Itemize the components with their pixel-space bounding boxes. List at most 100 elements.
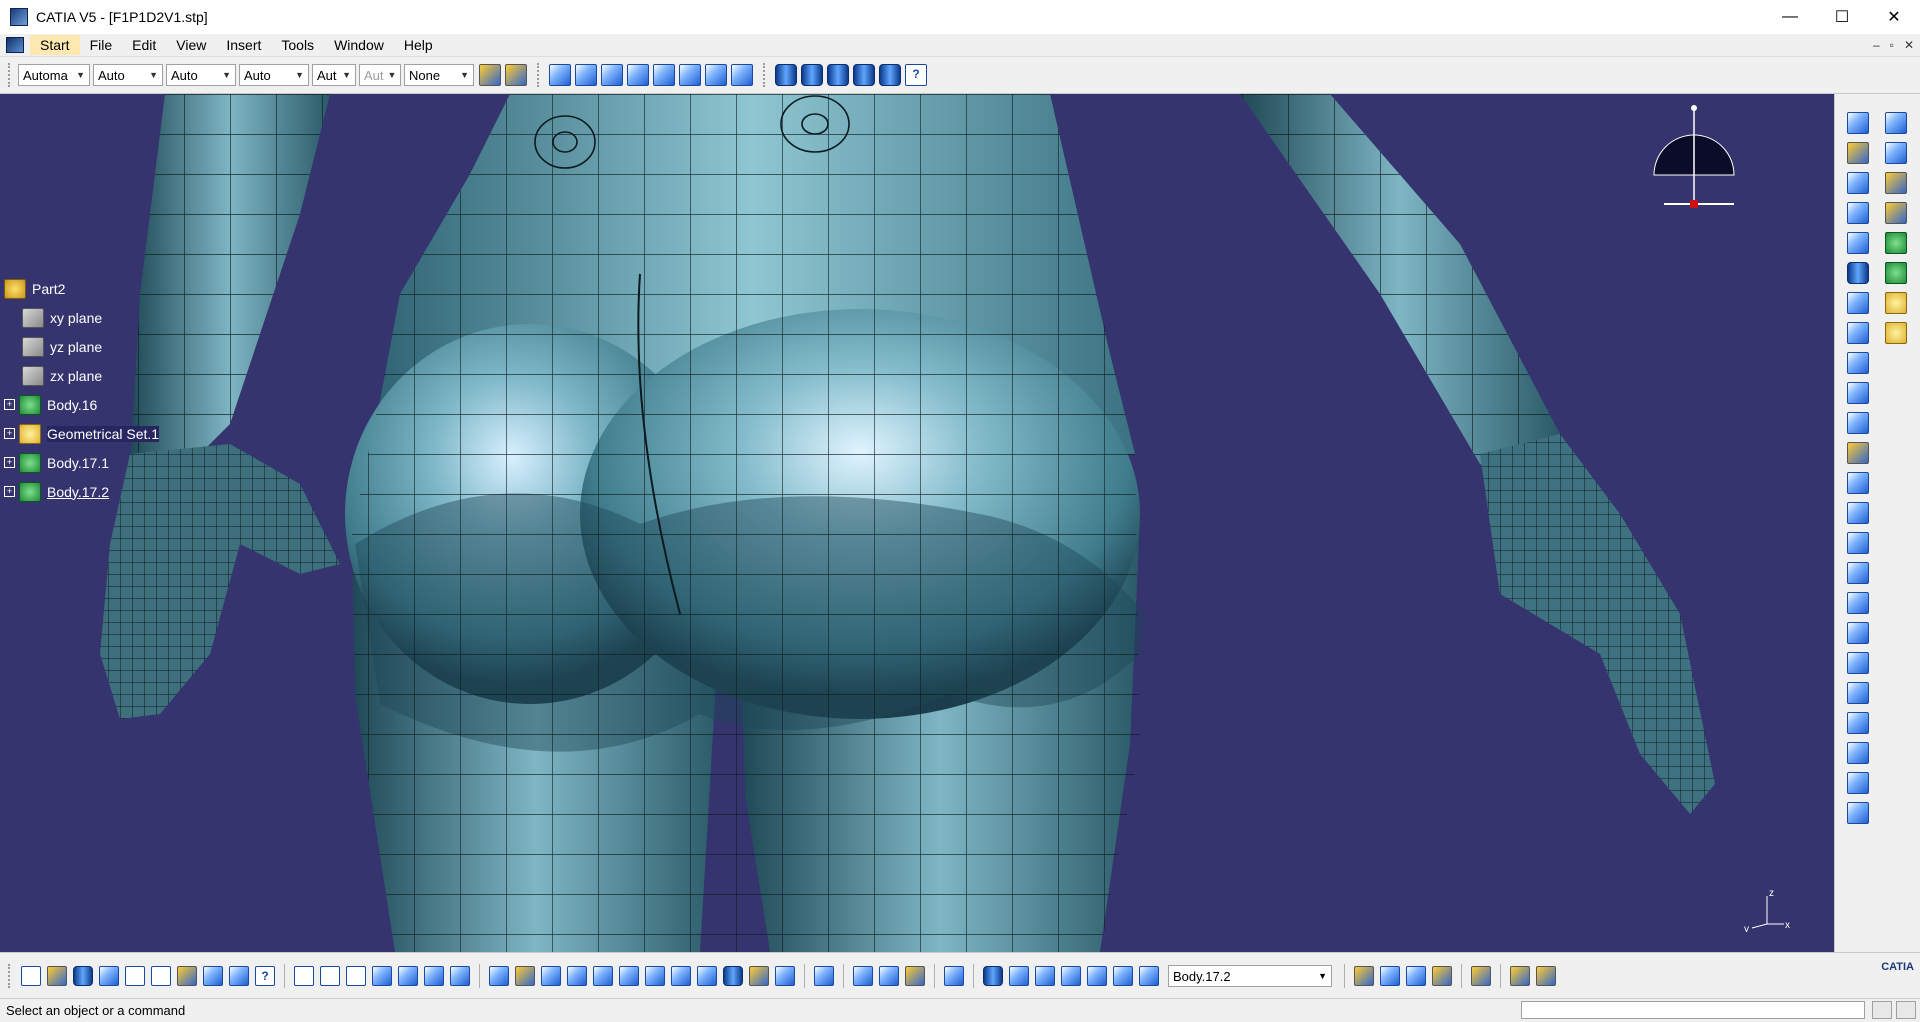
boolean-icon[interactable] [1847,742,1869,764]
update-icon[interactable] [814,966,834,986]
pocket-icon[interactable] [1847,232,1869,254]
tree-node-root[interactable]: Part2 [4,274,159,303]
customize-view-icon[interactable]: ? [905,64,927,86]
hand-select-icon[interactable] [1009,966,1029,986]
toolbar-grip[interactable] [537,63,543,87]
insert-ordered-set-icon[interactable] [1885,292,1907,314]
menu-tools[interactable]: Tools [271,35,324,55]
shaft-icon[interactable] [1847,262,1869,284]
tree-node-body-17-2[interactable]: + Body.17.2 [4,477,159,506]
shell-icon[interactable] [1847,592,1869,614]
expand-icon[interactable]: + [4,486,15,497]
knowledge-icon[interactable] [398,966,418,986]
zoom-in-icon[interactable] [593,966,613,986]
bottom-view-icon[interactable] [705,64,727,86]
formula-icon[interactable] [294,966,314,986]
transparency-combo[interactable]: Auto ▼ [93,64,163,86]
menu-help[interactable]: Help [394,35,443,55]
tree-node-zx-plane[interactable]: zx plane [4,361,159,390]
view-mode-icon[interactable] [723,966,743,986]
named-views-icon[interactable] [731,64,753,86]
model-render[interactable] [0,94,1834,952]
body-selector-icon[interactable] [1139,966,1159,986]
sketch-tools-icon[interactable] [853,966,873,986]
menu-window[interactable]: Window [324,35,394,55]
3d-viewport[interactable]: Part2 xy plane yz plane zx plane + Body.… [0,94,1834,952]
front-view-icon[interactable] [575,64,597,86]
texture-icon[interactable] [1406,966,1426,986]
groove-icon[interactable] [1847,292,1869,314]
painter-icon[interactable] [479,64,501,86]
toolbar-grip[interactable] [8,63,14,87]
mirror-icon[interactable] [1847,712,1869,734]
pattern-icon[interactable] [1847,682,1869,704]
line-thickness-combo[interactable]: Auto ▼ [166,64,236,86]
doc-minimize-button[interactable]: – [1873,38,1880,52]
parameters-icon[interactable] [450,966,470,986]
swap-visible-space-icon[interactable] [775,966,795,986]
shading-icon[interactable] [775,64,797,86]
rotate-icon[interactable] [567,966,587,986]
chamfer-icon[interactable] [1847,532,1869,554]
workbench-options-icon[interactable] [1536,966,1556,986]
sketch-icon[interactable] [1847,112,1869,134]
menu-insert[interactable]: Insert [216,35,271,55]
tree-node-xy-plane[interactable]: xy plane [4,303,159,332]
menu-edit[interactable]: Edit [122,35,166,55]
constraint-icon[interactable] [1885,112,1907,134]
fly-mode-icon[interactable] [489,966,509,986]
undo-icon[interactable] [203,966,223,986]
minimize-button[interactable]: — [1764,0,1816,34]
menu-file[interactable]: File [80,35,123,55]
tree-node-body-16[interactable]: + Body.16 [4,390,159,419]
new-icon[interactable] [21,966,41,986]
pad-icon[interactable] [1847,202,1869,224]
close-button[interactable]: ✕ [1868,0,1920,34]
current-body-combo[interactable]: Body.17.2 ▼ [1168,965,1332,987]
line-type-combo[interactable]: Auto ▼ [239,64,309,86]
sketcher-icon[interactable] [1847,172,1869,194]
quick-view-icon[interactable] [697,966,717,986]
define-in-work-object-icon[interactable] [1061,966,1081,986]
analysis-icon[interactable] [1847,802,1869,824]
pin-icon[interactable] [905,966,925,986]
point-symbol-combo[interactable]: Aut ▼ [312,64,356,86]
environment-icon[interactable] [1380,966,1400,986]
tree-node-geometrical-set-1[interactable]: + Geometrical Set.1 [4,419,160,448]
slot-icon[interactable] [1847,382,1869,404]
catalog-icon[interactable] [424,966,444,986]
shading-with-edges-icon[interactable] [801,64,823,86]
insert-sketch-icon[interactable] [1885,322,1907,344]
draft-icon[interactable] [1847,562,1869,584]
comment-icon[interactable] [320,966,340,986]
whats-this-icon[interactable]: ? [255,966,275,986]
cut-icon[interactable] [125,966,145,986]
shading-without-smooth-edges-icon[interactable] [827,64,849,86]
layer-combo[interactable]: None ▼ [404,64,474,86]
top-view-icon[interactable] [679,64,701,86]
stiffener-icon[interactable] [1847,412,1869,434]
measure-icon[interactable] [1847,772,1869,794]
scan-icon[interactable] [1087,966,1107,986]
zoom-out-icon[interactable] [619,966,639,986]
right-view-icon[interactable] [653,64,675,86]
tree-node-yz-plane[interactable]: yz plane [4,332,159,361]
maximize-button[interactable]: ☐ [1816,0,1868,34]
apply-material-bottom-icon[interactable] [1471,966,1491,986]
link-icon[interactable] [346,966,366,986]
work-object-icon[interactable] [1113,966,1133,986]
reorder-icon[interactable] [983,966,1003,986]
tree-node-body-17-1[interactable]: + Body.17.1 [4,448,159,477]
constraint-tools-icon[interactable] [879,966,899,986]
thickness-icon[interactable] [1847,622,1869,644]
isometric-view-icon[interactable] [549,64,571,86]
properties-icon[interactable] [505,64,527,86]
hole-icon[interactable] [1847,322,1869,344]
document-icon[interactable] [6,37,24,53]
multi-view-icon[interactable] [671,966,691,986]
wireframe-icon[interactable] [853,64,875,86]
toolbar-grip[interactable] [763,63,769,87]
insert-geometrical-set-icon[interactable] [1885,262,1907,284]
compass-icon[interactable] [1644,100,1744,220]
select-icon[interactable] [1847,142,1869,164]
